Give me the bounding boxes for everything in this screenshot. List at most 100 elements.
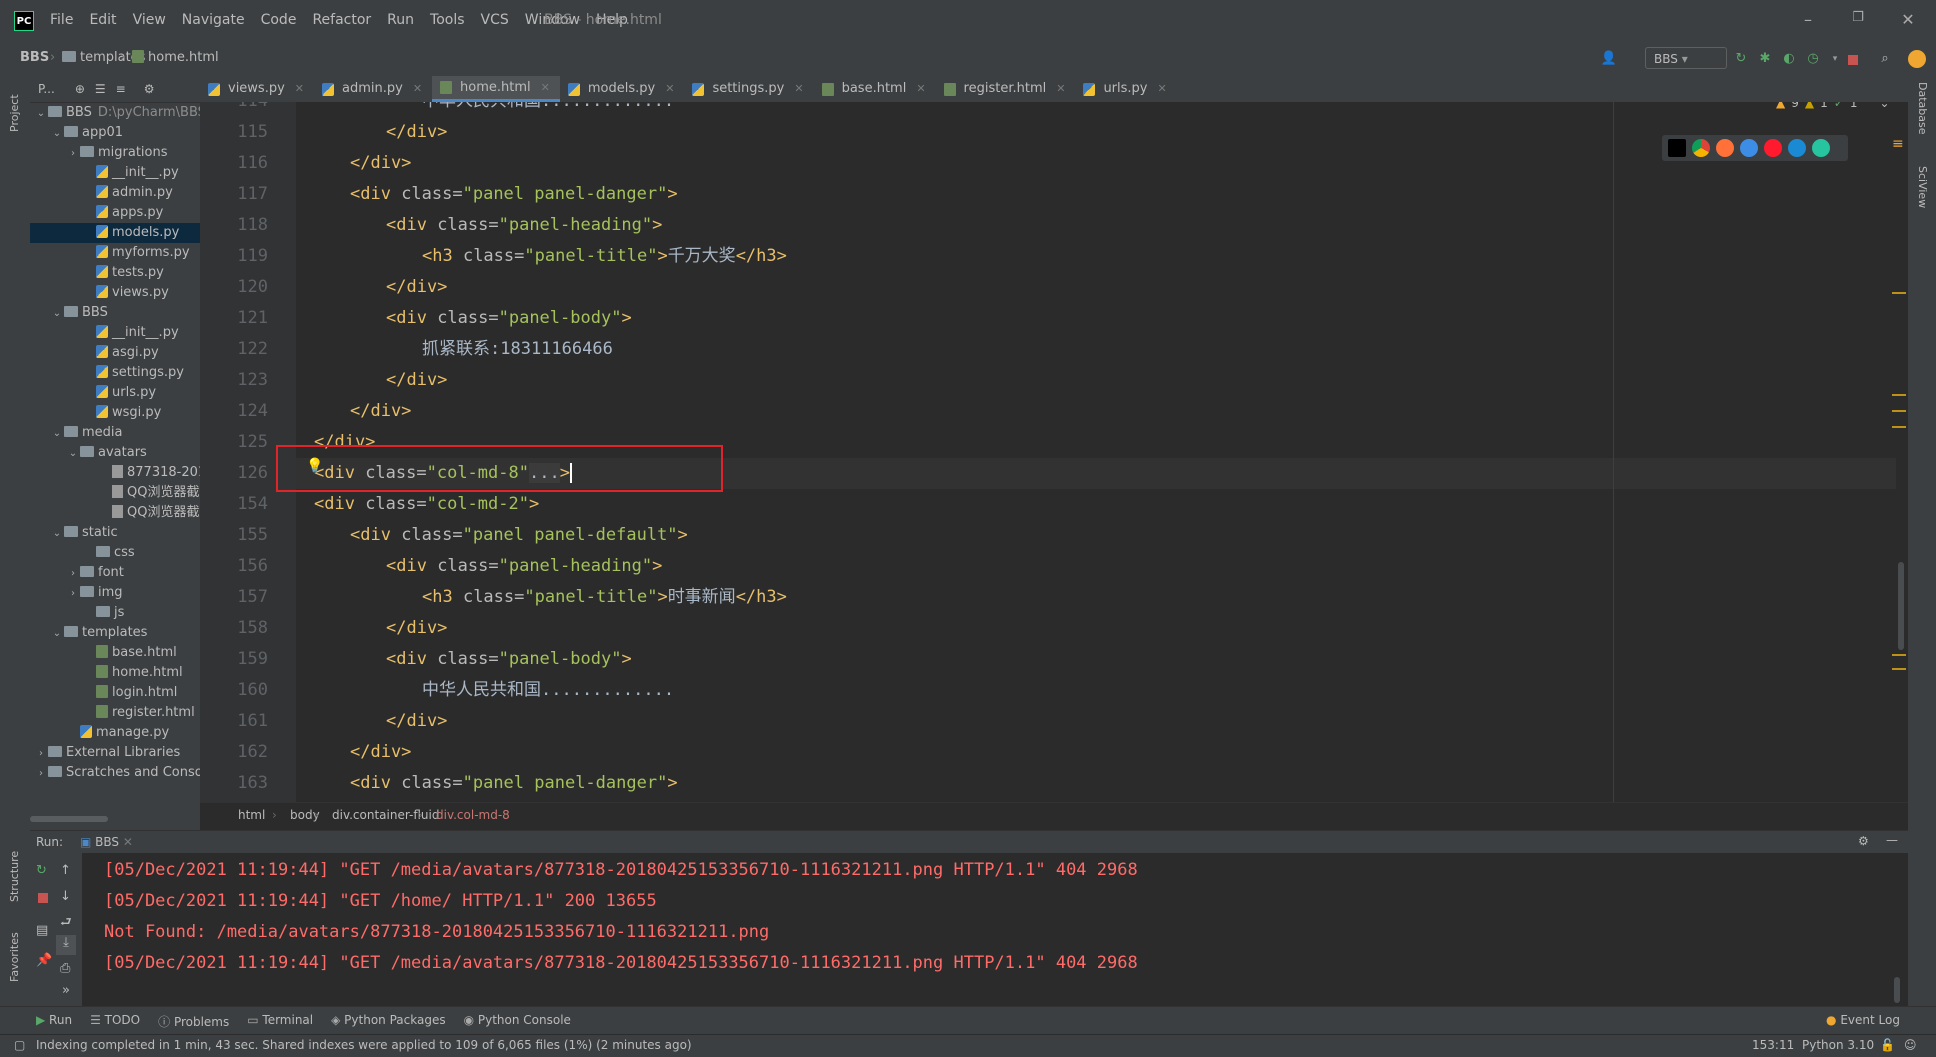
- tab-close-icon[interactable]: ✕: [1056, 76, 1065, 102]
- next-highlight-icon[interactable]: ⌄: [1880, 102, 1890, 110]
- user-icon[interactable]: 👤: [1600, 50, 1618, 68]
- chevron-down-icon[interactable]: ⌄: [50, 524, 64, 544]
- menu-tools[interactable]: Tools: [422, 12, 473, 28]
- run-tab-close-icon[interactable]: ✕: [123, 835, 133, 849]
- code-line[interactable]: </div>: [296, 272, 1896, 303]
- horizontal-scrollbar[interactable]: [30, 816, 108, 822]
- tree-item[interactable]: manage.py: [30, 723, 200, 743]
- close-icon[interactable]: ✕: [1896, 10, 1920, 29]
- chevron-down-icon[interactable]: ⌄: [34, 104, 48, 124]
- tab-admin-py[interactable]: admin.py ✕: [314, 76, 432, 102]
- code-line[interactable]: </div>: [296, 737, 1896, 768]
- hide-panel-icon[interactable]: —: [1886, 833, 1898, 847]
- tree-item[interactable]: › Scratches and Consoles: [30, 763, 200, 783]
- warning-marker[interactable]: [1892, 394, 1906, 396]
- tree-item[interactable]: models.py: [30, 223, 200, 243]
- lock-icon[interactable]: 🔓: [1880, 1038, 1895, 1052]
- tab-views-py[interactable]: views.py ✕: [200, 76, 314, 102]
- code-line[interactable]: </div>: [296, 117, 1896, 148]
- interpreter-selector[interactable]: Python 3.10: [1802, 1038, 1874, 1052]
- ie-icon[interactable]: [1788, 139, 1806, 157]
- tab-models-py[interactable]: models.py ✕: [560, 76, 685, 102]
- menu-vcs[interactable]: VCS: [473, 12, 517, 28]
- code-line[interactable]: </div>: [296, 396, 1896, 427]
- tree-item[interactable]: register.html: [30, 703, 200, 723]
- tree-item[interactable]: ⌄ templates: [30, 623, 200, 643]
- previous-highlight-icon[interactable]: ⌃: [1863, 102, 1873, 110]
- warning-marker[interactable]: [1892, 292, 1906, 294]
- scroll-down-icon[interactable]: ↓: [60, 889, 71, 904]
- chevron-down-icon[interactable]: ⌄: [50, 424, 64, 444]
- code-line[interactable]: <div class="col-md-2">: [296, 489, 1896, 520]
- code-line[interactable]: <div class="panel panel-danger">: [296, 179, 1896, 210]
- run-tab-bbs[interactable]: ▣ BBS ✕: [80, 835, 133, 849]
- tree-item[interactable]: settings.py: [30, 363, 200, 383]
- tab-close-icon[interactable]: ✕: [1157, 76, 1166, 102]
- run-config-select[interactable]: BBS ▾: [1645, 47, 1727, 69]
- maximize-icon[interactable]: ❐: [1846, 10, 1870, 25]
- stop-icon[interactable]: [1848, 55, 1858, 65]
- warning-marker[interactable]: [1892, 654, 1906, 656]
- search-icon[interactable]: ⌕: [1876, 50, 1894, 68]
- tool-tab-python-console[interactable]: ◉ Python Console: [464, 1013, 571, 1030]
- project-view-select[interactable]: P...: [38, 82, 55, 96]
- rerun-icon[interactable]: ↻: [36, 863, 47, 878]
- chevron-right-icon[interactable]: ›: [66, 564, 80, 584]
- tool-tab-problems[interactable]: ⓘ Problems: [158, 1013, 229, 1030]
- scroll-to-end-icon[interactable]: ⤓: [56, 935, 76, 955]
- chevron-down-icon[interactable]: ⌄: [50, 124, 64, 144]
- tree-item[interactable]: ⌄ avatars: [30, 443, 200, 463]
- code-line[interactable]: 抓紧联系:18311166466: [296, 334, 1896, 365]
- coverage-icon[interactable]: ◐: [1780, 50, 1798, 68]
- structure-tool-tab[interactable]: Structure: [8, 842, 21, 902]
- tree-item[interactable]: home.html: [30, 663, 200, 683]
- tab-settings-py[interactable]: settings.py ✕: [684, 76, 813, 102]
- tab-close-icon[interactable]: ✕: [541, 75, 550, 101]
- tab-close-icon[interactable]: ✕: [413, 76, 422, 102]
- tree-item[interactable]: apps.py: [30, 203, 200, 223]
- print-icon[interactable]: ⎙: [60, 961, 70, 976]
- tree-item[interactable]: __init__.py: [30, 163, 200, 183]
- tree-item[interactable]: asgi.py: [30, 343, 200, 363]
- warning-marker[interactable]: [1892, 668, 1906, 670]
- chevron-down-icon[interactable]: ⌄: [50, 624, 64, 644]
- safari-icon[interactable]: [1740, 139, 1758, 157]
- tree-item[interactable]: urls.py: [30, 383, 200, 403]
- collapse-all-icon[interactable]: ≡: [116, 82, 126, 96]
- tree-item[interactable]: ⌄ BBS: [30, 303, 200, 323]
- tree-item[interactable]: QQ浏览器截图: [30, 503, 200, 523]
- more-run-chevron-icon[interactable]: ▾: [1826, 50, 1844, 68]
- vertical-scrollbar[interactable]: [1898, 562, 1904, 650]
- caret-position[interactable]: 153:11: [1752, 1038, 1794, 1052]
- inspector-icon[interactable]: ☺: [1904, 1038, 1917, 1052]
- pin-icon[interactable]: 📌: [36, 953, 52, 968]
- tree-item[interactable]: QQ浏览器截图: [30, 483, 200, 503]
- tab-close-icon[interactable]: ✕: [916, 76, 925, 102]
- run-scrollbar[interactable]: [1894, 977, 1900, 1003]
- chevron-right-icon[interactable]: ›: [34, 764, 48, 784]
- code-line[interactable]: </div>: [296, 365, 1896, 396]
- code-line[interactable]: <div class="panel panel-danger">: [296, 768, 1896, 799]
- tool-tab-terminal[interactable]: ▭ Terminal: [247, 1013, 313, 1030]
- code-line[interactable]: <h3 class="panel-title">千万大奖</h3>: [296, 241, 1896, 272]
- layout-icon[interactable]: ▤: [36, 923, 48, 938]
- tree-item[interactable]: ⌄ media: [30, 423, 200, 443]
- tree-item[interactable]: css: [30, 543, 200, 563]
- tree-item[interactable]: › External Libraries: [30, 743, 200, 763]
- tree-item[interactable]: __init__.py: [30, 323, 200, 343]
- locate-icon[interactable]: ⊕: [75, 82, 85, 96]
- favorites-tool-tab[interactable]: Favorites: [8, 922, 21, 982]
- pycharm-browser-icon[interactable]: [1668, 139, 1686, 157]
- tab-close-icon[interactable]: ✕: [295, 76, 304, 102]
- code-line[interactable]: </div>: [296, 706, 1896, 737]
- stop-icon[interactable]: [38, 893, 48, 903]
- tab-home-html[interactable]: home.html ✕: [432, 76, 560, 102]
- soft-wrap-icon[interactable]: ⮐: [60, 913, 72, 935]
- menu-refactor[interactable]: Refactor: [304, 12, 379, 28]
- chevron-right-icon[interactable]: ›: [34, 744, 48, 764]
- breadcrumb-project[interactable]: BBS: [20, 50, 49, 65]
- tab-close-icon[interactable]: ✕: [794, 76, 803, 102]
- tree-item[interactable]: login.html: [30, 683, 200, 703]
- editor-breadcrumb-item[interactable]: html: [238, 808, 265, 822]
- code-line[interactable]: <div class="panel-body">: [296, 303, 1896, 334]
